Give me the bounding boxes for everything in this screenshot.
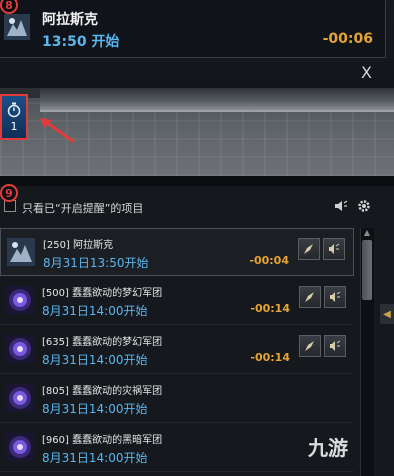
step-badge-9: 9 [0, 184, 18, 202]
list-header: 只看已“开启提醒”的项目 [0, 186, 394, 226]
game-scene-strip: 1 [0, 88, 394, 176]
list-item[interactable]: [805] 蠢蠢欲动的灾祸军团 8月31日14:00开始 [0, 375, 354, 423]
compass-button[interactable] [299, 286, 321, 308]
timer-count: 1 [10, 119, 18, 133]
item-countdown: -00:14 [250, 302, 290, 315]
close-button[interactable]: X [361, 63, 372, 82]
alert-sound-button[interactable] [323, 238, 345, 260]
list-item[interactable]: [250] 阿拉斯克 8月31日13:50开始 -00:04 [0, 228, 354, 276]
item-countdown: -00:14 [250, 351, 290, 364]
purple-vortex-icon [6, 335, 34, 363]
watermark-logo: 九游 [308, 436, 348, 460]
boss-portrait-icon [4, 14, 30, 40]
scrollbar-thumb[interactable] [362, 240, 372, 300]
compass-icon [305, 341, 314, 351]
item-title: [500] 蠢蠢欲动的梦幻军团 [42, 288, 163, 299]
stone-wall [40, 88, 394, 112]
alert-sound-button[interactable] [324, 335, 346, 357]
scroll-up-icon[interactable]: ▲ [360, 228, 374, 238]
gear-icon[interactable] [356, 198, 372, 214]
timer-reminder-button[interactable]: 1 [0, 94, 28, 140]
top-notification-panel: 阿拉斯克 13:50 开始 -00:06 8 X [0, 0, 394, 88]
alert-sound-button[interactable] [324, 286, 346, 308]
chevron-left-icon[interactable]: ◀ [380, 304, 394, 324]
list-item[interactable]: [500] 蠢蠢欲动的梦幻军团 8月31日14:00开始 -00:14 [0, 277, 354, 325]
purple-vortex-icon [6, 286, 34, 314]
top-notification-card: 阿拉斯克 13:50 开始 -00:06 [0, 0, 386, 58]
item-time: 8月31日14:00开始 [42, 304, 148, 318]
compass-icon [305, 292, 314, 302]
speaker-icon [329, 243, 340, 254]
list-item[interactable]: [960] 蠢蠢欲动的黑暗军团 8月31日14:00开始 [0, 424, 354, 472]
panel-divider [0, 176, 394, 186]
speaker-icon [330, 340, 341, 351]
filter-label: 只看已“开启提醒”的项目 [22, 202, 144, 215]
speaker-icon[interactable] [334, 199, 348, 213]
item-countdown: -00:04 [249, 254, 289, 267]
compass-button[interactable] [299, 335, 321, 357]
list-item[interactable]: [635] 蠢蠢欲动的梦幻军团 8月31日14:00开始 -00:14 [0, 326, 354, 374]
item-time: 8月31日14:00开始 [42, 402, 148, 416]
stopwatch-icon [7, 102, 21, 117]
notification-title: 阿拉斯克 [42, 12, 98, 28]
notification-countdown: -00:06 [322, 31, 373, 47]
compass-icon [304, 244, 313, 254]
item-time: 8月31日13:50开始 [43, 256, 149, 270]
notification-time: 13:50 开始 [42, 34, 120, 50]
speaker-icon [330, 291, 341, 302]
item-time: 8月31日14:00开始 [42, 353, 148, 367]
item-title: [960] 蠢蠢欲动的黑暗军团 [42, 435, 163, 446]
item-title: [250] 阿拉斯克 [43, 240, 114, 251]
item-time: 8月31日14:00开始 [42, 451, 148, 465]
compass-button[interactable] [298, 238, 320, 260]
purple-vortex-icon [6, 384, 34, 412]
item-title: [635] 蠢蠢欲动的梦幻军团 [42, 337, 163, 348]
item-title: [805] 蠢蠢欲动的灾祸军团 [42, 386, 163, 397]
purple-vortex-icon [6, 433, 34, 461]
boss-portrait-icon [7, 238, 35, 266]
annotation-arrow-icon [40, 118, 75, 144]
